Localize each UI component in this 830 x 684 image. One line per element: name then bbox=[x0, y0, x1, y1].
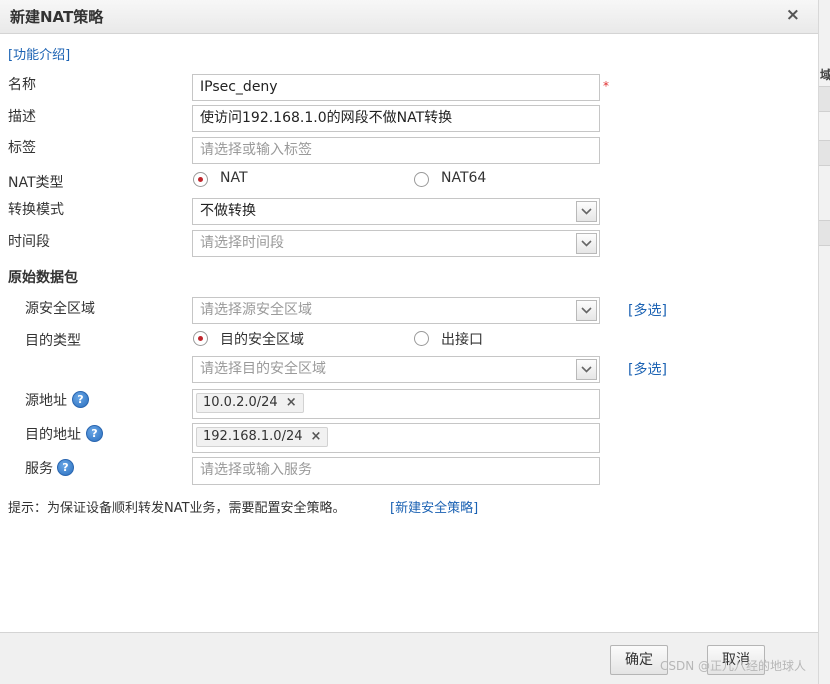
background-strip-tab bbox=[819, 140, 830, 166]
desc-input[interactable]: 使访问192.168.1.0的网段不做NAT转换 bbox=[192, 105, 600, 132]
tag-input[interactable]: 请选择或输入标签 bbox=[192, 137, 600, 164]
dst-addr-tag-label: 192.168.1.0/24 bbox=[203, 429, 303, 444]
egress-interface-radio[interactable] bbox=[414, 331, 429, 346]
feature-intro-link[interactable]: [功能介绍] bbox=[8, 44, 70, 63]
time-select[interactable]: 请选择时间段 bbox=[192, 230, 600, 257]
watermark: CSDN @正儿八经的地球人 bbox=[659, 659, 806, 673]
dialog-header: 新建NAT策略 × bbox=[0, 0, 818, 34]
service-help-icon[interactable]: ? bbox=[57, 459, 74, 476]
src-addr-help-icon[interactable]: ? bbox=[72, 391, 89, 408]
dst-zone-select[interactable]: 请选择目的安全区域 bbox=[192, 356, 600, 383]
mode-label: 转换模式 bbox=[8, 202, 64, 218]
time-select-placeholder: 请选择时间段 bbox=[200, 235, 284, 251]
remove-tag-icon[interactable]: × bbox=[286, 395, 297, 410]
service-input[interactable]: 请选择或输入服务 bbox=[192, 457, 600, 485]
required-mark: * bbox=[603, 79, 609, 93]
nat64-radio-label: NAT64 bbox=[441, 170, 487, 186]
dst-addr-tag: 192.168.1.0/24 × bbox=[196, 427, 329, 447]
mode-select-value: 不做转换 bbox=[200, 203, 256, 219]
chevron-down-icon[interactable] bbox=[576, 233, 597, 254]
original-packet-section: 原始数据包 bbox=[8, 270, 78, 286]
dst-zone-placeholder: 请选择目的安全区域 bbox=[200, 361, 326, 377]
dialog-title: 新建NAT策略 bbox=[10, 8, 104, 26]
egress-interface-radio-label: 出接口 bbox=[441, 332, 483, 348]
tag-label: 标签 bbox=[8, 140, 36, 156]
close-icon[interactable]: × bbox=[786, 5, 800, 25]
nat-type-label: NAT类型 bbox=[8, 175, 64, 191]
background-strip-tab bbox=[819, 220, 830, 246]
dialog-body: [功能介绍] 名称 IPsec_deny * 描述 使访问192.168.1.0… bbox=[0, 34, 818, 632]
chevron-down-icon[interactable] bbox=[576, 359, 597, 380]
src-zone-select[interactable]: 请选择源安全区域 bbox=[192, 297, 600, 324]
chevron-down-icon[interactable] bbox=[576, 201, 597, 222]
service-label: 服务 bbox=[25, 461, 53, 477]
nat-radio-label: NAT bbox=[220, 170, 248, 186]
background-strip-char: 域 bbox=[820, 68, 830, 82]
desc-label: 描述 bbox=[8, 109, 36, 125]
name-input[interactable]: IPsec_deny bbox=[192, 74, 600, 101]
nat-radio[interactable] bbox=[193, 172, 208, 187]
background-strip-tab bbox=[819, 86, 830, 112]
background-window-strip: 域 bbox=[818, 0, 830, 684]
new-security-policy-link[interactable]: [新建安全策略] bbox=[390, 497, 478, 516]
src-addr-input[interactable]: 10.0.2.0/24 × bbox=[192, 389, 600, 419]
chevron-down-icon[interactable] bbox=[576, 300, 597, 321]
dst-zone-radio[interactable] bbox=[193, 331, 208, 346]
time-label: 时间段 bbox=[8, 234, 50, 250]
dst-addr-input[interactable]: 192.168.1.0/24 × bbox=[192, 423, 600, 453]
src-zone-label: 源安全区域 bbox=[25, 301, 95, 317]
name-label: 名称 bbox=[8, 77, 36, 93]
src-zone-multi-select-link[interactable]: [多选] bbox=[628, 300, 667, 320]
src-addr-label: 源地址 bbox=[25, 393, 67, 409]
src-zone-placeholder: 请选择源安全区域 bbox=[200, 302, 312, 318]
src-addr-tag-label: 10.0.2.0/24 bbox=[203, 395, 278, 410]
mode-select[interactable]: 不做转换 bbox=[192, 198, 600, 225]
dst-addr-label: 目的地址 bbox=[25, 427, 81, 443]
dst-zone-radio-label: 目的安全区域 bbox=[220, 332, 304, 348]
dst-zone-multi-select-link[interactable]: [多选] bbox=[628, 359, 667, 379]
dst-type-label: 目的类型 bbox=[25, 333, 81, 349]
nat64-radio[interactable] bbox=[414, 172, 429, 187]
remove-tag-icon[interactable]: × bbox=[311, 429, 322, 444]
hint-text: 提示：为保证设备顺利转发NAT业务，需要配置安全策略。 bbox=[8, 501, 346, 516]
dialog-footer: 确定 取消 CSDN @正儿八经的地球人 bbox=[0, 632, 818, 684]
dst-addr-help-icon[interactable]: ? bbox=[86, 425, 103, 442]
src-addr-tag: 10.0.2.0/24 × bbox=[196, 393, 304, 413]
